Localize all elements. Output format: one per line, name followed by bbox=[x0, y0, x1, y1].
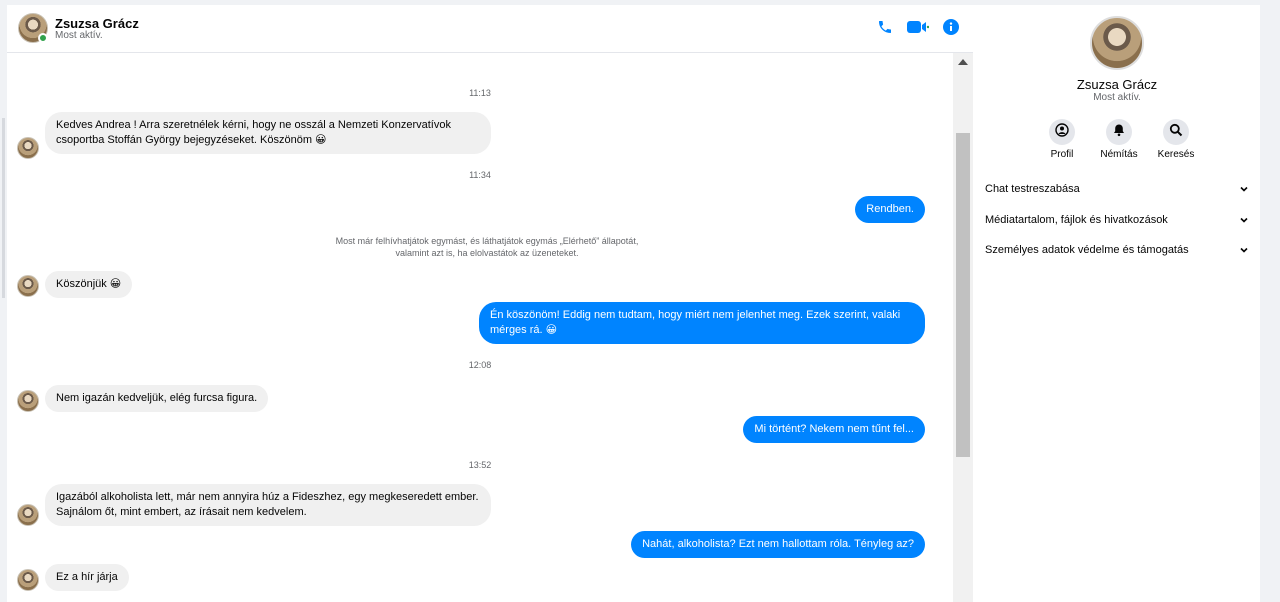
search-label: Keresés bbox=[1157, 149, 1195, 160]
timestamp: 11:13 bbox=[469, 88, 491, 98]
timestamp: 13:52 bbox=[468, 460, 492, 470]
outgoing-message[interactable]: Rendben. bbox=[855, 196, 925, 223]
left-edge bbox=[0, 0, 7, 602]
section-label: Személyes adatok védelme és támogatás bbox=[985, 244, 1189, 256]
media-files-links-section[interactable]: Médiatartalom, fájlok és hivatkozások bbox=[985, 214, 1249, 226]
profile-icon bbox=[1055, 122, 1069, 142]
message-avatar[interactable] bbox=[17, 504, 39, 526]
section-label: Chat testreszabása bbox=[985, 183, 1080, 195]
message-avatar[interactable] bbox=[17, 137, 39, 159]
phone-icon[interactable] bbox=[877, 19, 893, 35]
bell-icon bbox=[1112, 123, 1126, 142]
search-button[interactable]: Keresés bbox=[1156, 119, 1196, 160]
outgoing-message[interactable]: Én köszönöm! Eddig nem tudtam, hogy miér… bbox=[479, 302, 925, 344]
right-gutter bbox=[1260, 0, 1280, 602]
system-note: Most már felhívhatjátok egymást, és láth… bbox=[247, 235, 727, 259]
customize-chat-section[interactable]: Chat testreszabása bbox=[985, 183, 1249, 195]
chevron-down-icon bbox=[1239, 184, 1249, 197]
profile-actions: Profil Némítás Keresés bbox=[1042, 119, 1196, 160]
section-label: Médiatartalom, fájlok és hivatkozások bbox=[985, 214, 1168, 226]
scrollbar-thumb[interactable] bbox=[956, 133, 970, 457]
profile-avatar[interactable] bbox=[1090, 16, 1144, 70]
incoming-message[interactable]: Köszönjük 😀 bbox=[45, 271, 133, 298]
mute-label: Némítás bbox=[1100, 149, 1138, 160]
message-avatar[interactable] bbox=[17, 275, 39, 297]
chevron-down-icon bbox=[1239, 245, 1249, 258]
contact-name[interactable]: Zsuzsa Grácz bbox=[55, 16, 139, 31]
outgoing-message[interactable]: Mi történt? Nekem nem tűnt fel... bbox=[743, 416, 925, 443]
info-icon[interactable] bbox=[943, 19, 959, 35]
search-icon bbox=[1169, 123, 1183, 142]
outgoing-message[interactable]: Nahát, alkoholista? Ezt nem hallottam ró… bbox=[631, 531, 925, 558]
header-actions bbox=[877, 19, 959, 35]
chevron-down-icon bbox=[1239, 215, 1249, 228]
incoming-message[interactable]: Nem igazán kedveljük, elég furcsa figura… bbox=[45, 385, 269, 412]
incoming-message[interactable]: Ez a hír járja bbox=[45, 564, 129, 591]
online-indicator bbox=[38, 33, 48, 43]
profile-button[interactable]: Profil bbox=[1042, 119, 1082, 160]
chat-area: Zsuzsa Grácz Most aktív. ·· ·· ·· 11:13 … bbox=[7, 5, 973, 602]
incoming-message[interactable]: Igazából alkoholista lett, már nem annyi… bbox=[45, 484, 491, 526]
profile-name: Zsuzsa Grácz bbox=[1076, 77, 1158, 92]
system-note-line: valamint azt is, ha elolvastátok az üzen… bbox=[395, 248, 579, 258]
scroll-up-arrow-icon[interactable] bbox=[958, 59, 968, 65]
timestamp: 11:34 bbox=[469, 170, 491, 180]
incoming-message[interactable]: Kedves Andrea ! Arra szeretnélek kérni, … bbox=[45, 112, 491, 154]
chat-scrollbar[interactable] bbox=[953, 53, 973, 602]
messenger-window: Zsuzsa Grácz Most aktív. ·· ·· ·· 11:13 … bbox=[0, 0, 1280, 602]
contact-status: Most aktív. bbox=[55, 30, 103, 41]
privacy-support-section[interactable]: Személyes adatok védelme és támogatás bbox=[985, 244, 1249, 256]
message-list[interactable]: ·· ·· ·· 11:13 Kedves Andrea ! Arra szer… bbox=[7, 53, 953, 602]
profile-label: Profil bbox=[1050, 149, 1074, 160]
message-avatar[interactable] bbox=[17, 569, 39, 591]
message-avatar[interactable] bbox=[17, 390, 39, 412]
chat-header: Zsuzsa Grácz Most aktív. bbox=[7, 5, 973, 53]
system-note-line: Most már felhívhatjátok egymást, és láth… bbox=[335, 236, 639, 246]
video-call-icon[interactable] bbox=[907, 20, 929, 34]
mute-button[interactable]: Némítás bbox=[1099, 119, 1139, 160]
profile-status: Most aktív. bbox=[1093, 92, 1141, 103]
timestamp: 12:08 bbox=[468, 360, 492, 370]
conversation-info-panel: Zsuzsa Grácz Most aktív. Profil Némítás bbox=[974, 5, 1260, 602]
